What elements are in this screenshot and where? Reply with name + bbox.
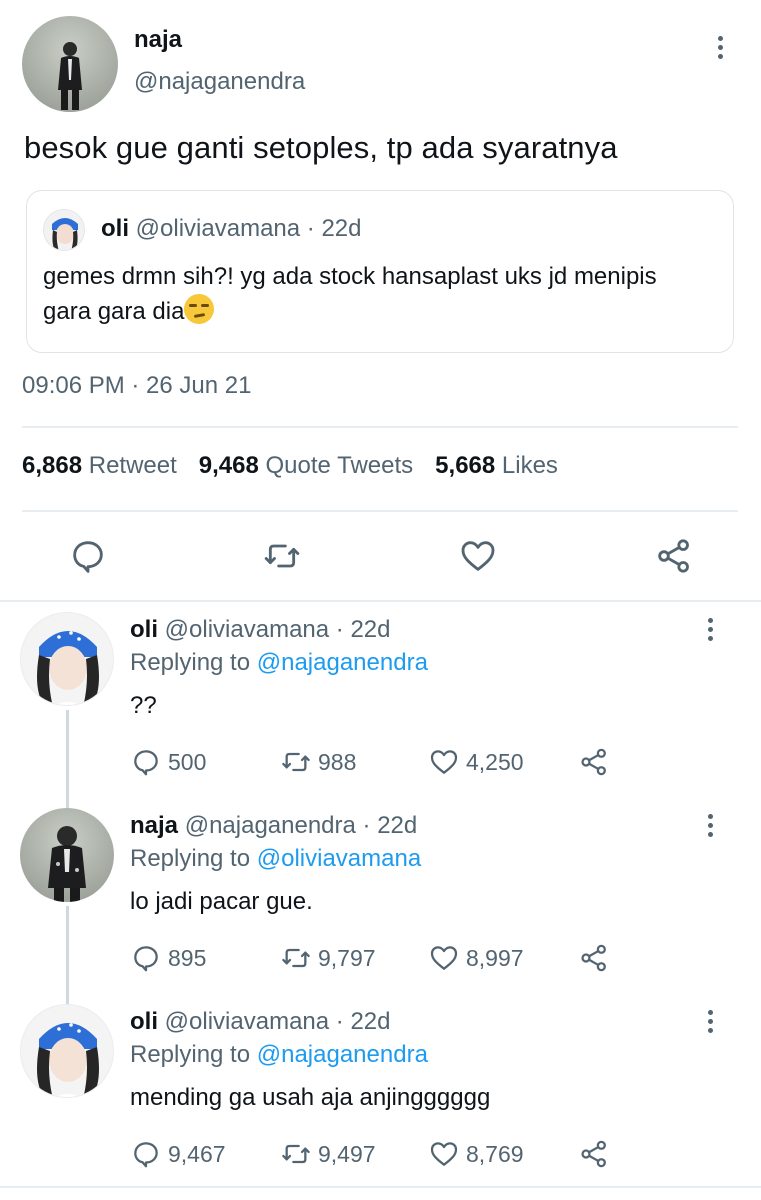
retweet-count: 9,497 [318, 1140, 376, 1167]
replying-to: Replying to @oliviavamana [130, 845, 422, 872]
divider [22, 510, 738, 512]
quote-age: 22d [321, 215, 362, 242]
mention-link[interactable]: @najaganendra [257, 1041, 428, 1068]
person-figure [58, 42, 82, 110]
retweet-button[interactable]: 9,497 [280, 1137, 376, 1171]
author-name[interactable]: naja [134, 26, 182, 54]
share-icon [581, 944, 606, 972]
reply-age: · 22d [362, 812, 418, 839]
share-button[interactable] [578, 745, 610, 779]
share-button[interactable] [578, 1137, 610, 1171]
reply-author-name[interactable]: oli [130, 1008, 158, 1035]
reply-button[interactable]: 895 [130, 941, 206, 975]
like-icon[interactable] [458, 536, 498, 576]
likes-stat[interactable]: 5,668 Likes [435, 452, 558, 479]
retweet-icon [282, 1144, 310, 1164]
like-count: 8,997 [466, 944, 524, 971]
tweet-stats: 6,868 Retweet 9,468 Quote Tweets 5,668 Lik… [22, 452, 558, 480]
quoted-tweet[interactable]: oli @oliviavamana · 22d gemes drmn sih?!… [26, 190, 734, 353]
reply-count: 9,467 [168, 1140, 226, 1167]
reply-age: · 22d [335, 616, 391, 643]
thread-connector [66, 710, 69, 810]
retweet-button[interactable]: 988 [280, 745, 356, 779]
reply-author-name[interactable]: naja [130, 812, 178, 839]
reply-author-handle[interactable]: @oliviavamana [165, 616, 329, 643]
retweet-count: 9,797 [318, 944, 376, 971]
reply-button[interactable]: 9,467 [130, 1137, 226, 1171]
share-button[interactable] [578, 941, 610, 975]
reply-author-avatar[interactable] [20, 808, 114, 902]
reply-button[interactable]: 500 [130, 745, 206, 779]
quote-author-handle: @oliviavamana [135, 215, 301, 242]
more-options-icon[interactable] [700, 810, 720, 840]
author-avatar[interactable] [22, 16, 118, 112]
retweet-icon [282, 752, 310, 772]
reply-author-handle[interactable]: @oliviavamana [165, 1008, 329, 1035]
quote-tweets-stat[interactable]: 9,468 Quote Tweets [199, 452, 413, 479]
like-count: 4,250 [466, 748, 524, 775]
share-icon[interactable] [654, 536, 694, 576]
author-handle[interactable]: @najaganendra [134, 68, 305, 96]
mention-link[interactable]: @oliviavamana [257, 845, 421, 872]
reply-icon[interactable] [68, 536, 108, 576]
reply-author-handle[interactable]: @najaganendra [185, 812, 356, 839]
quote-text: gemes drmn sih?! yg ada stock hansaplast… [43, 263, 657, 325]
divider [0, 1186, 761, 1188]
reply-text: mending ga usah aja anjingggggg [130, 1084, 491, 1111]
reply-icon [134, 946, 158, 972]
unamused-face-icon [184, 294, 215, 324]
divider [22, 426, 738, 428]
retweet-button[interactable]: 9,797 [280, 941, 376, 975]
more-options-icon[interactable] [700, 614, 720, 644]
reply-count: 895 [168, 944, 207, 971]
like-icon [430, 750, 458, 774]
like-button[interactable]: 4,250 [428, 745, 524, 779]
reply-author-name[interactable]: oli [130, 616, 158, 643]
mention-link[interactable]: @najaganendra [257, 649, 428, 676]
reply-text: lo jadi pacar gue. [130, 888, 313, 915]
like-icon [430, 946, 458, 970]
replying-to: Replying to @najaganendra [130, 1041, 428, 1068]
thread-connector [66, 906, 69, 1006]
like-button[interactable]: 8,997 [428, 941, 524, 975]
more-options-icon[interactable] [700, 1006, 720, 1036]
tweet-action-bar [0, 536, 761, 580]
reply-icon [134, 1142, 158, 1168]
quote-author-avatar [43, 209, 85, 251]
reply-count: 500 [168, 748, 207, 775]
reply-age: · 22d [335, 1008, 391, 1035]
quote-author-name: oli [101, 215, 129, 242]
retweets-stat[interactable]: 6,868 Retweet [22, 452, 177, 479]
like-count: 8,769 [466, 1140, 524, 1167]
retweet-icon[interactable] [262, 536, 302, 576]
replying-to: Replying to @najaganendra [130, 649, 428, 676]
share-icon [581, 748, 606, 776]
tweet-text: besok gue ganti setoples, tp ada syaratn… [24, 130, 618, 165]
like-button[interactable]: 8,769 [428, 1137, 524, 1171]
share-icon [581, 1140, 606, 1168]
reply-text: ?? [130, 692, 157, 719]
retweet-icon [282, 948, 310, 968]
retweet-count: 988 [318, 748, 357, 775]
reply-icon [134, 750, 158, 776]
reply-author-avatar[interactable] [20, 612, 114, 706]
divider [0, 600, 761, 602]
reply-author-avatar[interactable] [20, 1004, 114, 1098]
tweet-timestamp[interactable]: 09:06 PM · 26 Jun 21 [22, 372, 251, 400]
more-options-icon[interactable] [710, 32, 730, 62]
like-icon [430, 1142, 458, 1166]
